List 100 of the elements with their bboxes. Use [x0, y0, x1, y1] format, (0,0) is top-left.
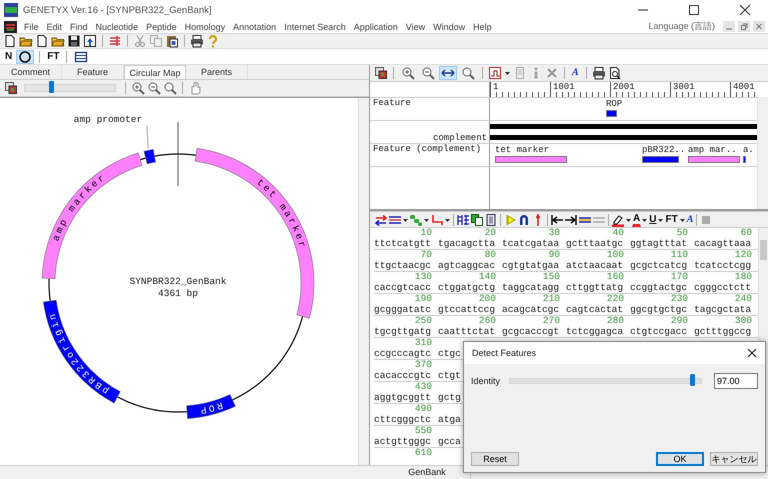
ruler-label: 1 [490, 82, 498, 92]
position-number: 70 [420, 250, 433, 260]
sequence-text: caatttctat [438, 326, 496, 337]
position-number: 210 [542, 294, 561, 304]
sequence-text: caccgtcacc [374, 282, 432, 293]
position-number: 290 [670, 316, 689, 326]
ruler-label: 2001 [610, 82, 635, 92]
position-number: 10 [420, 228, 433, 238]
plasmid-length: 4361 bp [158, 288, 198, 299]
position-number: 110 [670, 250, 689, 260]
position-number: 550 [414, 426, 433, 436]
menu-item[interactable]: Homology [180, 22, 230, 32]
toolbar-button[interactable]: U [648, 212, 658, 226]
sequence-text: ctgt [438, 370, 461, 381]
row-label: complement [432, 133, 487, 143]
position-number: 100 [606, 250, 625, 260]
field-label: Identity [471, 376, 501, 386]
toolbar-button[interactable]: A [570, 66, 581, 80]
menu-item[interactable]: Peptide [142, 22, 181, 32]
sequence-text: gtccattccg [438, 304, 496, 315]
toolbar-button[interactable]: FT [45, 50, 62, 64]
sequence-text: ctggatgctg [438, 282, 496, 293]
feature-label: ROP [197, 400, 224, 416]
dialog-button[interactable]: Reset [471, 452, 519, 466]
position-number: 430 [414, 382, 433, 392]
position-number: 140 [478, 272, 497, 282]
toolbar-button[interactable]: N [3, 50, 14, 64]
position-number: 300 [734, 316, 753, 326]
sequence-text: taggcatagg [502, 282, 560, 293]
position-number: 50 [676, 228, 689, 238]
ruler-label: 3001 [670, 82, 695, 92]
menu-item[interactable]: Find [66, 22, 92, 32]
sequence-text: cacacccgtc [374, 370, 432, 381]
position-number: 60 [740, 228, 753, 238]
sequence-text: tcatcctcgg [694, 260, 752, 271]
position-number: 150 [542, 272, 561, 282]
sequence-text: ccggtactgc [630, 282, 688, 293]
position-number: 220 [606, 294, 625, 304]
sequence-text: gcca [438, 436, 461, 447]
sequence-text: ctgtccgacc [630, 326, 688, 337]
dialog-title: Detect Features [472, 348, 536, 358]
sequence-text: tcatcgataa [502, 238, 560, 249]
position-number: 130 [414, 272, 433, 282]
menu-item[interactable]: Internet Search [280, 22, 350, 32]
sequence-text: atctaacaat [566, 260, 624, 271]
ruler-label: 1001 [550, 82, 575, 92]
identity-field[interactable]: 97.00 [714, 373, 758, 389]
position-number: 20 [484, 228, 497, 238]
toolbar-button[interactable]: FT [664, 212, 679, 226]
sequence-text: cttcgggctc [374, 414, 432, 425]
sequence-text: gcgggatatc [374, 304, 432, 315]
position-number: 370 [414, 360, 433, 370]
sequence-text: actgttgggc [374, 436, 432, 447]
dialog-button[interactable]: OK [656, 452, 704, 466]
sequence-text: gctttaatgc [566, 238, 624, 249]
dialog-button[interactable]: キャンセル [710, 452, 758, 466]
sequence-text: ccgcccagtc [374, 348, 432, 359]
menu-item[interactable]: Annotation [229, 22, 280, 32]
menu-item[interactable]: View [402, 22, 430, 32]
menu-item[interactable]: Help [469, 22, 496, 32]
position-number: 260 [478, 316, 497, 326]
sequence-text: gcgctcatcg [630, 260, 688, 271]
row-label: Feature (complement) [373, 144, 482, 154]
feature-label: ROP [606, 99, 622, 109]
menu-item[interactable]: Nucleotide [92, 22, 142, 32]
position-number: 230 [670, 294, 689, 304]
sequence-text: gcgcacccgt [502, 326, 560, 337]
toolbar-button[interactable]: A [686, 212, 694, 226]
feature-label: pBR322.. [642, 145, 686, 155]
menu-item[interactable]: Window [429, 22, 470, 32]
sequence-text: cttggttatg [566, 282, 624, 293]
toolbar-button[interactable]: A [632, 212, 642, 226]
sequence-text: tagcgctata [694, 304, 752, 315]
sequence-text: ttgctaacgc [374, 260, 432, 271]
sequence-text: cacagttaaa [694, 238, 752, 249]
position-number: 30 [548, 228, 561, 238]
menu-item[interactable]: Application [350, 22, 402, 32]
sequence-text: acagcatcgc [502, 304, 560, 315]
position-number: 80 [484, 250, 497, 260]
menu-item[interactable]: Edit [42, 22, 66, 32]
plasmid-name: SYNPBR322_GenBank [130, 276, 226, 287]
sequence-text: ctgc [438, 348, 461, 359]
sequence-text: ggcgtgctgc [630, 304, 688, 315]
position-number: 310 [414, 338, 433, 348]
sequence-text: tctcggagca [566, 326, 624, 337]
feature-label: a. [743, 145, 754, 155]
feature-label: amp mar.. [688, 145, 737, 155]
window-title: GENETYX Ver.16 - [SYNPBR322_GenBank] [23, 4, 213, 16]
position-number: 180 [734, 272, 753, 282]
feature-label: amp promoter [74, 114, 142, 125]
menu-item[interactable]: File [20, 22, 43, 32]
sequence-text: atga [438, 414, 461, 425]
tab[interactable]: Circular Map [124, 65, 186, 79]
sequence-text: tgacagctta [438, 238, 496, 249]
sequence-text: agtcaggcac [438, 260, 496, 271]
sequence-text: cgtgtatgaa [502, 260, 560, 271]
position-number: 280 [606, 316, 625, 326]
position-number: 240 [734, 294, 753, 304]
position-number: 250 [414, 316, 433, 326]
language-menu[interactable]: Language (言語) [644, 20, 719, 33]
